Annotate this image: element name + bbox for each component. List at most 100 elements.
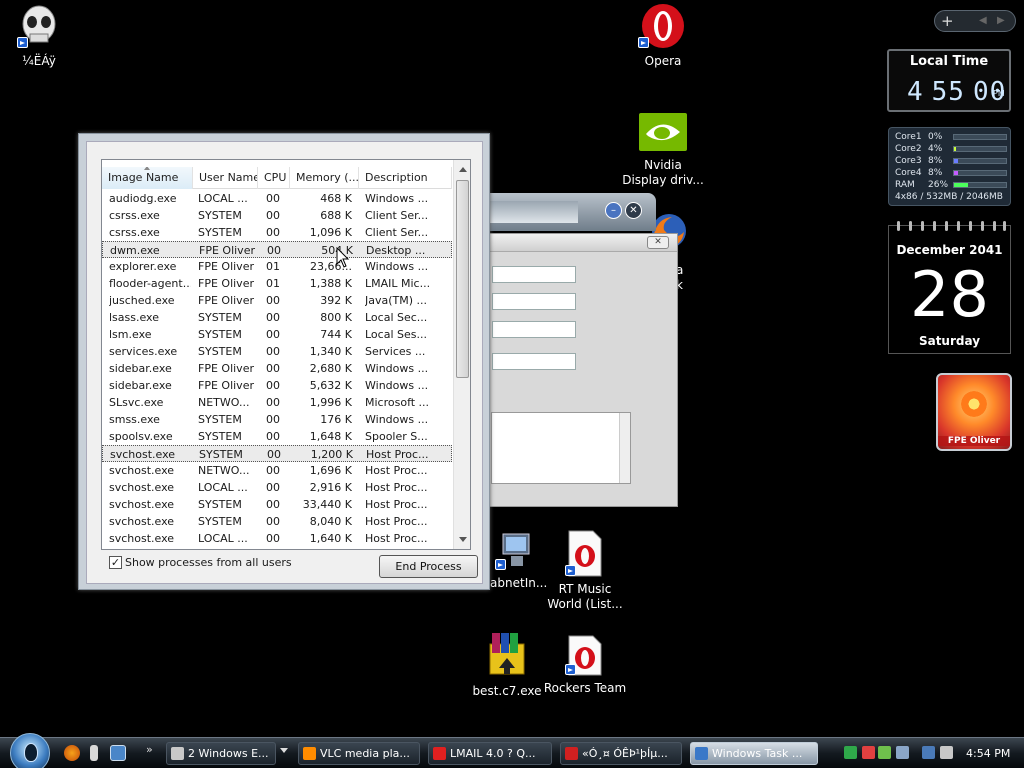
opera-document-icon	[565, 635, 603, 677]
process-row[interactable]: services.exe SYSTEM 00 1,340 K Services ...	[102, 343, 452, 360]
taskbar-button-label: «Ó¸¤ ÓÊÞ¹þÍµ...	[582, 747, 668, 760]
process-row[interactable]: svchost.exe NETWO... 00 1,696 K Host Proc...	[102, 462, 452, 479]
tray-app-icon[interactable]	[896, 746, 909, 759]
group-dropdown-icon[interactable]	[280, 748, 288, 753]
show-desktop-icon[interactable]	[90, 745, 98, 761]
process-user-name: FPE Oliver	[199, 244, 255, 257]
minimize-icon[interactable]: –	[605, 202, 622, 219]
process-list[interactable]: Image Name User Name CPU Memory (... Des…	[101, 159, 471, 550]
dialog-input-field[interactable]	[492, 293, 576, 310]
process-row[interactable]: sidebar.exe FPE Oliver 00 5,632 K Windows ..…	[102, 377, 452, 394]
taskbar-button-app-icon	[303, 747, 316, 760]
cpu-meter-gadget[interactable]: Core1 0% Core2 4% Core3 8% Core4 8% RAM 26% 4x86 …	[888, 127, 1011, 206]
process-user-name: FPE Oliver	[198, 277, 254, 290]
process-row[interactable]: spoolsv.exe SYSTEM 00 1,648 K Spooler S...	[102, 428, 452, 445]
close-icon[interactable]: ✕	[625, 202, 642, 219]
process-row[interactable]: sidebar.exe FPE Oliver 00 2,680 K Windows ..…	[102, 360, 452, 377]
scrollbar-thumb[interactable]	[456, 180, 469, 378]
clock-gadget[interactable]: Local Time 4 55 00 PM	[887, 49, 1011, 112]
desktop-icon-rockers-team[interactable]: Rockers Team	[530, 635, 640, 696]
process-row[interactable]: svchost.exe SYSTEM 00 1,200 K Host Proc...	[102, 445, 452, 462]
process-row[interactable]: svchost.exe LOCAL ... 00 2,916 K Host Proc..…	[102, 479, 452, 496]
firefox-quicklaunch-icon[interactable]	[64, 745, 80, 761]
process-row[interactable]: SLsvc.exe NETWO... 00 1,996 K Microsoft ...	[102, 394, 452, 411]
dialog-input-field[interactable]	[492, 353, 576, 370]
process-image-name: jusched.exe	[109, 294, 175, 307]
process-row[interactable]: svchost.exe SYSTEM 00 8,040 K Host Proc...	[102, 513, 452, 530]
column-header-cpu[interactable]: CPU	[258, 167, 290, 189]
cpu-core-usage-fill	[954, 171, 959, 175]
taskbar-button[interactable]: LMAIL 4.0 ? Q...	[428, 742, 552, 765]
column-header-image-name[interactable]: Image Name	[102, 167, 193, 189]
taskbar-button[interactable]: «Ó¸¤ ÓÊÞ¹þÍµ...	[560, 742, 682, 765]
add-gadget-icon[interactable]: +	[941, 12, 954, 30]
previous-gadget-icon[interactable]: ◀	[979, 14, 987, 28]
process-row[interactable]: lsm.exe SYSTEM 00 744 K Local Ses...	[102, 326, 452, 343]
clock-ampm: PM	[993, 89, 1005, 98]
desktop-icon-shortcut[interactable]: ¼ËÁÿ	[0, 2, 94, 69]
network-icon[interactable]	[922, 746, 935, 759]
process-memory: 1,388 K	[309, 277, 352, 290]
volume-muted-icon[interactable]	[940, 746, 953, 759]
process-description: Windows ...	[365, 192, 429, 205]
quicklaunch-overflow-icon[interactable]: »	[146, 743, 153, 756]
process-row[interactable]: jusched.exe FPE Oliver 00 392 K Java(TM) ...	[102, 292, 452, 309]
scroll-up-icon[interactable]	[459, 167, 467, 172]
start-button[interactable]	[10, 733, 50, 768]
process-cpu: 00	[266, 379, 280, 392]
process-user-name: SYSTEM	[198, 226, 242, 239]
process-row[interactable]: smss.exe SYSTEM 00 176 K Windows ...	[102, 411, 452, 428]
cpu-core-percent: 0%	[928, 132, 943, 142]
process-row[interactable]: svchost.exe LOCAL ... 00 1,640 K Host Proc..…	[102, 530, 452, 547]
taskbar-button[interactable]: VLC media pla...	[298, 742, 420, 765]
end-process-button[interactable]: End Process	[379, 555, 478, 578]
process-memory: 688 K	[320, 209, 352, 222]
tray-app-icon[interactable]	[844, 746, 857, 759]
checkbox-check-icon[interactable]: ✓	[109, 556, 122, 569]
vertical-scrollbar[interactable]	[453, 160, 470, 549]
cpu-core-usage-fill	[954, 183, 968, 187]
column-header-user-name[interactable]: User Name	[193, 167, 258, 189]
sort-ascending-icon	[144, 167, 150, 170]
taskbar-clock[interactable]: 4:54 PM	[966, 742, 1010, 765]
close-icon[interactable]: ✕	[647, 236, 669, 249]
process-row[interactable]: svchost.exe SYSTEM 00 33,440 K Host Proc...	[102, 496, 452, 513]
calendar-gadget[interactable]: December 2041 28 Saturday	[888, 221, 1011, 354]
dialog-input-field[interactable]	[492, 266, 576, 283]
process-row[interactable]: flooder-agent... FPE Oliver 01 1,388 K LMAIL…	[102, 275, 452, 292]
process-row[interactable]: lsass.exe SYSTEM 00 800 K Local Sec...	[102, 309, 452, 326]
process-description: Host Proc...	[366, 448, 429, 461]
process-image-name: svchost.exe	[109, 498, 175, 511]
cpu-core-usage-bar	[953, 182, 1007, 188]
process-user-name: FPE Oliver	[198, 294, 254, 307]
process-memory: 468 K	[320, 192, 352, 205]
column-header-description[interactable]: Description	[359, 167, 452, 189]
scroll-down-icon[interactable]	[459, 537, 467, 542]
process-row[interactable]: csrss.exe SYSTEM 00 688 K Client Ser...	[102, 207, 452, 224]
alien-logo-icon	[24, 743, 38, 762]
dialog-input-field[interactable]	[492, 321, 576, 338]
taskbar-button[interactable]: Windows Task ...	[690, 742, 818, 765]
process-row[interactable]: csrss.exe SYSTEM 00 1,096 K Client Ser...	[102, 224, 452, 241]
process-row[interactable]: audiodg.exe LOCAL ... 00 468 K Windows ...	[102, 190, 452, 207]
column-header-memory[interactable]: Memory (...	[290, 167, 359, 189]
taskbar-button[interactable]: 2 Windows E...	[166, 742, 276, 765]
tray-app-icon[interactable]	[878, 746, 891, 759]
tray-app-icon[interactable]	[862, 746, 875, 759]
user-picture-tile[interactable]: FPE Oliver	[936, 373, 1012, 451]
taskbar-button-label: LMAIL 4.0 ? Q...	[450, 747, 536, 760]
process-row[interactable]: explorer.exe FPE Oliver 01 23,66... Windows …	[102, 258, 452, 275]
process-image-name: svchost.exe	[109, 515, 175, 528]
process-image-name: sidebar.exe	[109, 379, 172, 392]
dialog-text-area[interactable]	[491, 412, 631, 484]
process-row[interactable]: dwm.exe FPE Oliver 00 504 K Desktop ...	[102, 241, 452, 258]
process-memory: 5,632 K	[309, 379, 352, 392]
desktop-icon-rt-music[interactable]: RT Music World (List...	[530, 530, 640, 612]
process-cpu: 01	[266, 277, 280, 290]
process-description: Desktop ...	[366, 244, 426, 257]
desktop-icon-nvidia[interactable]: Nvidia Display driv...	[608, 112, 718, 188]
next-gadget-icon[interactable]: ▶	[997, 14, 1005, 28]
desktop-icon-opera[interactable]: Opera	[608, 2, 718, 69]
calendar-month: December 2041	[896, 243, 1003, 257]
switch-windows-icon[interactable]	[110, 745, 126, 761]
